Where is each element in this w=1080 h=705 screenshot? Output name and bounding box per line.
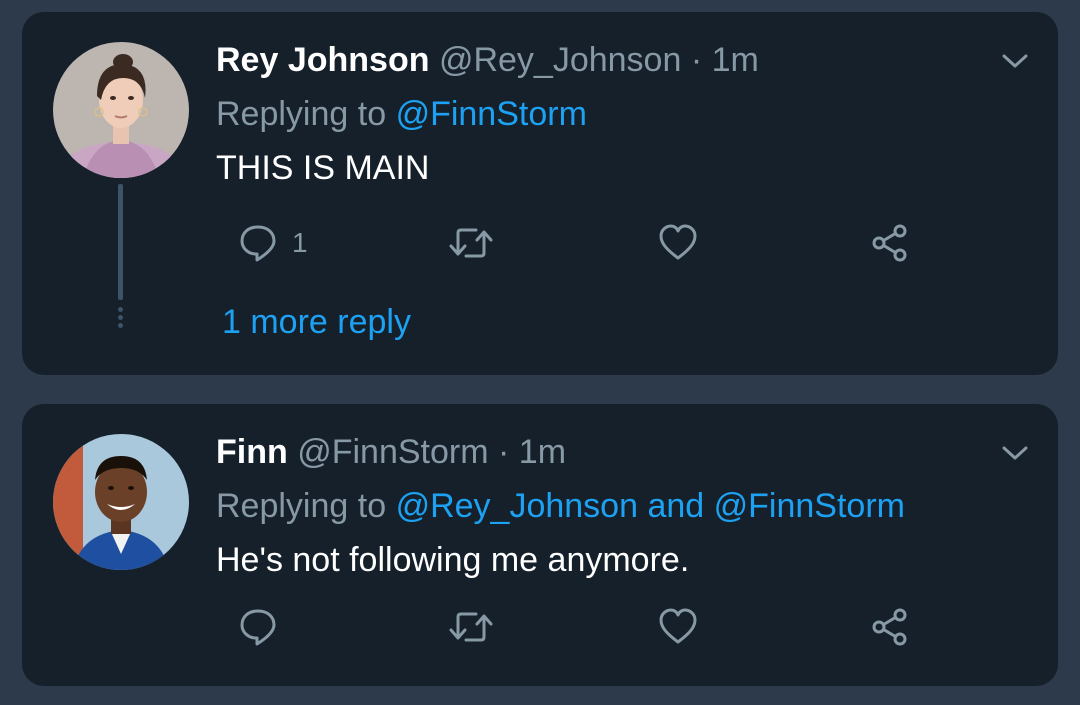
- separator: ·: [690, 41, 703, 79]
- tweet-text: THIS IS MAIN: [216, 149, 430, 187]
- retweet-button[interactable]: [448, 602, 494, 652]
- share-button[interactable]: [870, 602, 910, 652]
- reply-button[interactable]: 1: [238, 218, 308, 268]
- thread-dots: [118, 307, 123, 331]
- avatar-finn-image: [53, 434, 189, 570]
- replying-to: Replying to @Rey_Johnson and @FinnStorm: [216, 486, 998, 526]
- mention-link[interactable]: @FinnStorm: [714, 487, 905, 525]
- mention-link[interactable]: @FinnStorm: [396, 95, 587, 133]
- avatar[interactable]: [53, 434, 189, 570]
- thread-line: [118, 184, 123, 300]
- share-button[interactable]: [870, 218, 910, 268]
- author-name[interactable]: Finn: [216, 433, 288, 471]
- chevron-down-icon[interactable]: [1000, 442, 1030, 464]
- tweet-card-finn[interactable]: Finn @FinnStorm · 1m Replying to @Rey_Jo…: [22, 404, 1058, 686]
- chevron-down-icon[interactable]: [1000, 50, 1030, 72]
- replying-to-label: Replying to: [216, 487, 387, 525]
- reply-count: 1: [292, 227, 308, 258]
- retweet-icon: [449, 228, 493, 258]
- tweet-header: Finn @FinnStorm · 1m: [216, 432, 998, 472]
- mention-link[interactable]: @Rey_Johnson: [396, 487, 638, 525]
- share-icon: [872, 608, 907, 646]
- reply-button[interactable]: [238, 602, 292, 652]
- author-handle[interactable]: @FinnStorm: [297, 433, 488, 471]
- like-button[interactable]: [658, 218, 698, 268]
- avatar-rey-image: [53, 42, 189, 178]
- replying-to: Replying to @FinnStorm: [216, 94, 998, 134]
- tweet-text: He's not following me anymore.: [216, 541, 690, 579]
- reply-icon: [240, 609, 276, 646]
- tweet-actions: 1: [216, 218, 916, 268]
- tweet-content: Finn @FinnStorm · 1m Replying to @Rey_Jo…: [216, 432, 998, 580]
- timestamp[interactable]: 1m: [712, 41, 759, 79]
- like-icon: [659, 608, 697, 644]
- separator: ·: [498, 433, 510, 471]
- author-handle[interactable]: @Rey_Johnson: [439, 41, 681, 79]
- like-button[interactable]: [658, 602, 698, 652]
- reply-icon: [240, 225, 276, 262]
- tweet-actions: [216, 602, 916, 652]
- mention-joiner: and: [647, 487, 705, 525]
- avatar[interactable]: [53, 42, 189, 178]
- author-name[interactable]: Rey Johnson: [216, 41, 429, 79]
- replying-to-label: Replying to: [216, 95, 387, 133]
- share-icon: [872, 224, 907, 262]
- tweet-header: Rey Johnson @Rey_Johnson · 1m: [216, 40, 998, 80]
- retweet-button[interactable]: [448, 218, 494, 268]
- retweet-icon: [449, 612, 493, 642]
- timestamp[interactable]: 1m: [519, 433, 566, 471]
- like-icon: [659, 224, 697, 260]
- more-replies-link[interactable]: 1 more reply: [222, 302, 411, 342]
- tweet-card-rey[interactable]: Rey Johnson @Rey_Johnson · 1m Replying t…: [22, 12, 1058, 375]
- tweet-content: Rey Johnson @Rey_Johnson · 1m Replying t…: [216, 40, 998, 188]
